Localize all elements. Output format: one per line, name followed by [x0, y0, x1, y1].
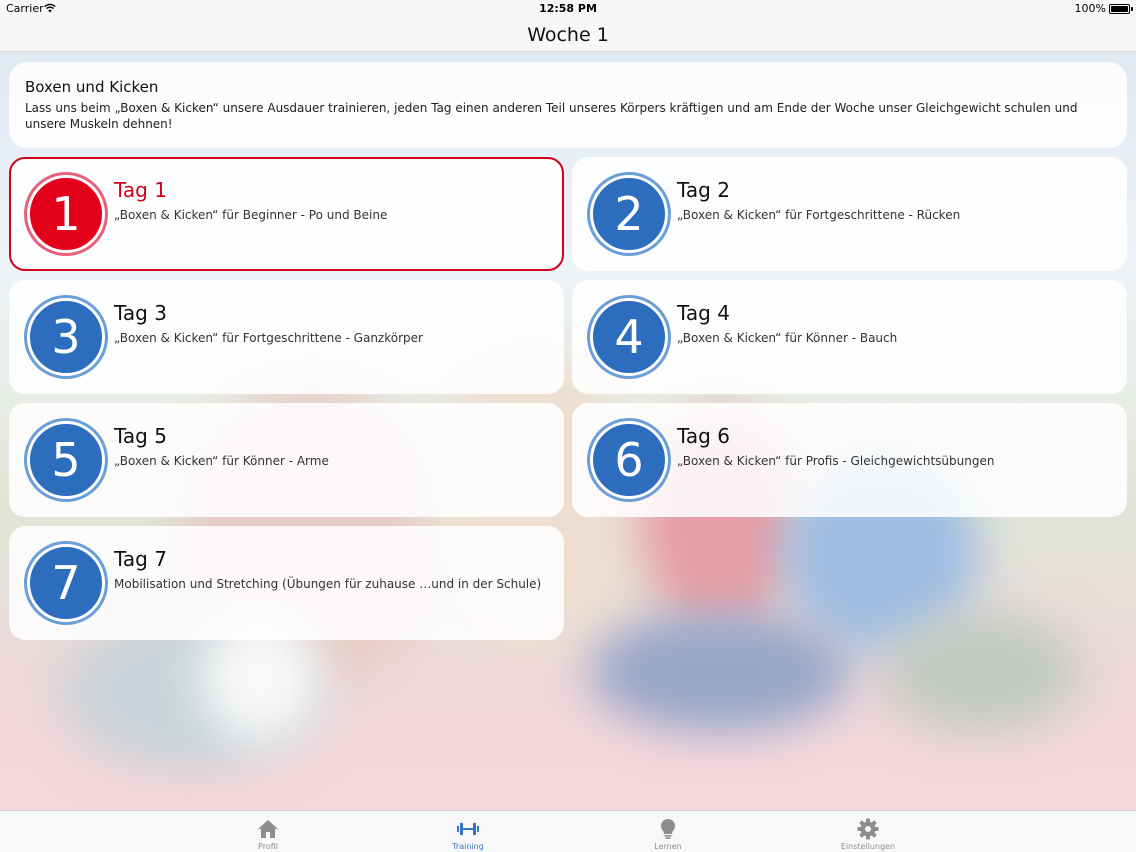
- day-subtitle: „Boxen & Kicken“ für Profis - Gleichgewi…: [677, 454, 995, 468]
- page-title: Woche 1: [527, 24, 609, 46]
- day-number-badge: 1: [27, 175, 105, 253]
- day-card-3[interactable]: 3 Tag 3 „Boxen & Kicken“ für Fortgeschri…: [9, 280, 564, 394]
- day-title: Tag 2: [677, 178, 730, 202]
- day-subtitle: Mobilisation und Stretching (Übungen für…: [114, 577, 542, 591]
- day-title: Tag 3: [114, 301, 167, 325]
- tab-label: Lernen: [654, 842, 682, 851]
- tab-bar: Profil Training Lernen Einstellungen: [0, 810, 1136, 852]
- battery-percent: 100%: [1074, 2, 1106, 15]
- tab-lernen[interactable]: Lernen: [618, 811, 718, 852]
- day-title: Tag 6: [677, 424, 730, 448]
- week-description-card: Boxen und Kicken Lass uns beim „Boxen & …: [9, 62, 1127, 148]
- day-title: Tag 1: [114, 178, 167, 202]
- day-subtitle: „Boxen & Kicken“ für Fortgeschrittene - …: [114, 331, 423, 345]
- navigation-bar: Woche 1: [0, 18, 1136, 52]
- day-number-badge: 7: [27, 544, 105, 622]
- day-title: Tag 7: [114, 547, 167, 571]
- day-card-4[interactable]: 4 Tag 4 „Boxen & Kicken“ für Könner - Ba…: [572, 280, 1127, 394]
- week-title: Boxen und Kicken: [25, 78, 159, 96]
- day-number-badge: 3: [27, 298, 105, 376]
- day-number-badge: 4: [590, 298, 668, 376]
- day-card-5[interactable]: 5 Tag 5 „Boxen & Kicken“ für Könner - Ar…: [9, 403, 564, 517]
- day-title: Tag 5: [114, 424, 167, 448]
- day-number-badge: 5: [27, 421, 105, 499]
- tab-profil[interactable]: Profil: [218, 811, 318, 852]
- gear-icon: [857, 818, 879, 840]
- day-card-7[interactable]: 7 Tag 7 Mobilisation und Stretching (Übu…: [9, 526, 564, 640]
- day-number-badge: 2: [590, 175, 668, 253]
- day-subtitle: „Boxen & Kicken“ für Fortgeschrittene - …: [677, 208, 961, 222]
- battery-tip: [1131, 7, 1133, 11]
- day-subtitle: „Boxen & Kicken“ für Könner - Arme: [114, 454, 329, 468]
- day-card-6[interactable]: 6 Tag 6 „Boxen & Kicken“ für Profis - Gl…: [572, 403, 1127, 517]
- battery-icon: [1109, 4, 1130, 14]
- tab-training[interactable]: Training: [418, 811, 518, 852]
- status-bar: Carrier 12:58 PM 100%: [0, 0, 1136, 18]
- tab-label: Training: [452, 842, 484, 851]
- day-subtitle: „Boxen & Kicken“ für Beginner - Po und B…: [114, 208, 388, 222]
- dumbbell-icon: [457, 823, 479, 835]
- clock: 12:58 PM: [539, 2, 597, 15]
- day-subtitle: „Boxen & Kicken“ für Könner - Bauch: [677, 331, 898, 345]
- day-title: Tag 4: [677, 301, 730, 325]
- tab-label: Profil: [258, 842, 278, 851]
- day-number-badge: 6: [590, 421, 668, 499]
- tab-label: Einstellungen: [840, 842, 896, 851]
- week-description: Lass uns beim „Boxen & Kicken“ unsere Au…: [25, 101, 1078, 131]
- day-card-1[interactable]: 1 Tag 1 „Boxen & Kicken“ für Beginner - …: [9, 157, 564, 271]
- home-icon: [258, 820, 278, 838]
- tab-einstellungen[interactable]: Einstellungen: [818, 811, 918, 852]
- lightbulb-icon: [660, 818, 676, 839]
- day-card-2[interactable]: 2 Tag 2 „Boxen & Kicken“ für Fortgeschri…: [572, 157, 1127, 271]
